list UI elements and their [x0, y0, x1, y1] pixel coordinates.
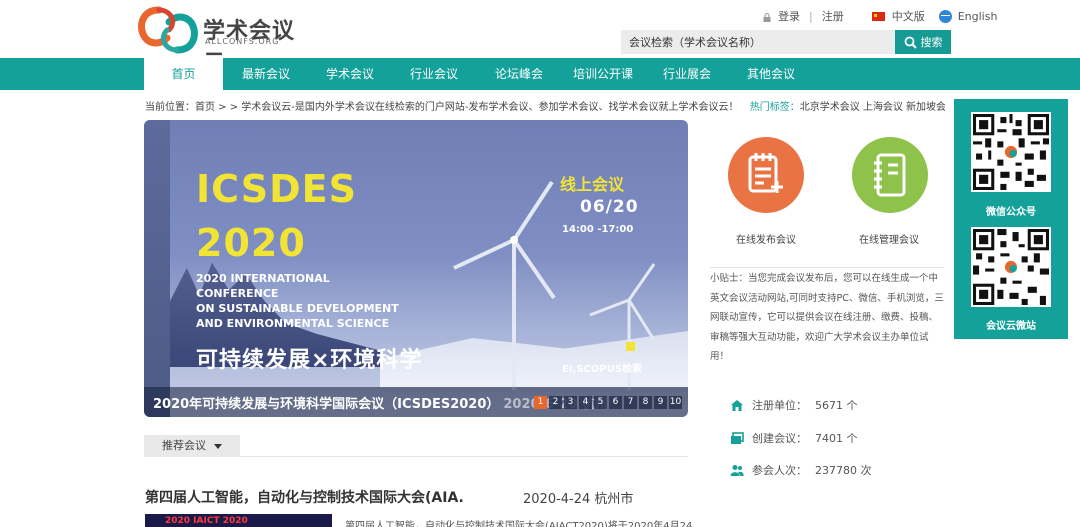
banner-english-title: 2020 INTERNATIONAL CONFERENCE ON SUSTAIN…	[196, 271, 416, 331]
carousel-page-1[interactable]: 1	[534, 396, 547, 409]
weibo-label: 会议云微站	[986, 321, 1036, 332]
manage-conference-label[interactable]: 在线管理会议	[859, 231, 919, 246]
window-icon	[730, 431, 744, 445]
banner-title: ICSDES	[196, 167, 357, 211]
search-button-label: 搜索	[920, 36, 943, 49]
qr-code-icon	[973, 114, 1049, 190]
english-version-link[interactable]: English	[958, 10, 998, 23]
banner-chinese-title: 可持续发展×环境科学	[196, 348, 423, 373]
stat-label: 注册单位：	[752, 399, 807, 412]
stat-label: 创建会议：	[752, 432, 807, 445]
nav-home[interactable]: 首页	[144, 58, 223, 91]
wechat-label: 微信公众号	[986, 207, 1036, 218]
carousel-page-6[interactable]: 6	[609, 396, 622, 409]
china-flag-icon	[871, 11, 885, 21]
carousel-page-2[interactable]: 2	[549, 396, 562, 409]
logo-subtitle: ALLCONFS.ORG	[205, 37, 280, 46]
nav-academic[interactable]: 学术会议	[311, 58, 389, 90]
banner-carousel[interactable]: ICSDES 2020 2020 INTERNATIONAL CONFERENC…	[144, 120, 688, 417]
caret-down-icon	[214, 444, 222, 449]
clipboard-add-icon	[748, 153, 783, 193]
divider: |	[809, 9, 813, 23]
manage-conference-button[interactable]	[852, 137, 928, 213]
banner-background	[144, 120, 170, 417]
carousel-pager: 1 2 3 4 5 6 7 8 9 10	[534, 396, 682, 409]
wind-turbine-icon	[453, 180, 556, 390]
nav-training[interactable]: 培训公开课	[564, 58, 642, 90]
wechat-qr-code[interactable]	[971, 112, 1051, 192]
register-link[interactable]: 注册	[822, 8, 844, 24]
publish-conference-button[interactable]	[728, 137, 804, 213]
stat-created-conferences: 创建会议： 7401 个	[730, 430, 858, 446]
conference-date: 2020-4-24 杭州市	[523, 492, 634, 507]
top-links: 登录 | 注册 中文版 English	[763, 8, 997, 24]
recommend-tab-label: 推荐会议	[162, 439, 206, 452]
carousel-page-7[interactable]: 7	[624, 396, 637, 409]
recommend-bar: 推荐会议	[144, 435, 688, 457]
nav-industry[interactable]: 行业会议	[395, 58, 473, 90]
nav-forum[interactable]: 论坛峰会	[480, 58, 558, 90]
site-logo[interactable]: 学术会议云 ALLCONFS.ORG	[137, 2, 307, 76]
stat-value: 7401 个	[815, 432, 858, 445]
tip-text: 小贴士：当您完成会议发布后，您可以在线生成一个中英文会议活动网站,可同时支持PC…	[710, 267, 944, 367]
people-icon	[730, 464, 744, 477]
banner-online-label: 线上会议	[560, 175, 625, 194]
stat-value: 5671 个	[815, 399, 858, 412]
publish-conference-label[interactable]: 在线发布会议	[736, 231, 796, 246]
conference-thumbnail[interactable]: 2020 IAICT 2020	[145, 514, 332, 527]
weibo-qr-code[interactable]	[971, 227, 1051, 307]
carousel-page-5[interactable]: 5	[594, 396, 607, 409]
nav-other[interactable]: 其他会议	[732, 58, 810, 90]
building-icon	[730, 399, 744, 412]
banner-english-line: ON SUSTAINABLE DEVELOPMENT	[196, 302, 399, 315]
carousel-page-8[interactable]: 8	[639, 396, 652, 409]
notebook-icon	[874, 153, 906, 197]
banner-year: 2020	[196, 221, 306, 265]
chinese-version-link[interactable]: 中文版	[892, 8, 925, 24]
banner-caption-bar: 2020年可持续发展与环境科学国际会议（ICSDES2020）2020-6-20…	[144, 387, 688, 417]
banner-english-line: 2020 INTERNATIONAL CONFERENCE	[196, 272, 330, 300]
stat-value: 237780 次	[815, 464, 872, 477]
conference-thumbnail-text: 2020 IAICT 2020	[165, 516, 248, 526]
nav-expo[interactable]: 行业展会	[648, 58, 726, 90]
stat-label: 参会人次：	[752, 464, 807, 477]
banner-accent-square	[626, 342, 635, 351]
carousel-page-3[interactable]: 3	[564, 396, 577, 409]
carousel-page-4[interactable]: 4	[579, 396, 592, 409]
search-icon	[904, 36, 917, 49]
carousel-page-10[interactable]: 10	[669, 396, 682, 409]
search-bar: 搜索	[621, 30, 951, 54]
qr-code-icon	[973, 229, 1049, 305]
conference-title[interactable]: 第四届人工智能，自动化与控制技术国际大会(AIA.	[145, 487, 464, 507]
stat-attendees: 参会人次： 237780 次	[730, 462, 872, 478]
stat-registered-units: 注册单位： 5671 个	[730, 397, 858, 413]
hot-tags[interactable]: 北京学术会议 上海会议 新加坡会议	[800, 102, 945, 113]
nav-latest[interactable]: 最新会议	[227, 58, 305, 90]
conference-description: 第四届人工智能，自动化与控制技术国际大会(AIACT2020)将于2020年4月…	[345, 521, 693, 527]
search-button[interactable]: 搜索	[895, 30, 951, 54]
breadcrumb: 当前位置：首页 > > 学术会议云-是国内外学术会议在线检索的门户网站-发布学术…	[145, 98, 945, 113]
hot-tags-label: 热门标签：	[749, 102, 800, 113]
login-link[interactable]: 登录	[778, 8, 800, 24]
banner-index-label: EI,SCOPUS检索	[562, 364, 643, 375]
banner-english-line: AND ENVIRONMENTAL SCIENCE	[196, 317, 390, 330]
main-nav: 首页 最新会议 学术会议 行业会议 论坛峰会 培训公开课 行业展会 其他会议	[0, 58, 1080, 91]
globe-icon	[938, 9, 952, 23]
carousel-page-9[interactable]: 9	[654, 396, 667, 409]
recommend-tab[interactable]: 推荐会议	[144, 435, 240, 457]
banner-time: 14:00 -17:00	[562, 224, 634, 235]
lock-icon	[763, 12, 771, 22]
banner-date: 06/20	[580, 197, 639, 217]
search-input[interactable]	[621, 30, 895, 54]
logo-mark-icon	[138, 6, 198, 54]
qr-sidebar: 微信公众号 会议云微站	[954, 99, 1068, 339]
breadcrumb-text: 当前位置：首页 > > 学术会议云-是国内外学术会议在线检索的门户网站-发布学术…	[145, 102, 739, 113]
